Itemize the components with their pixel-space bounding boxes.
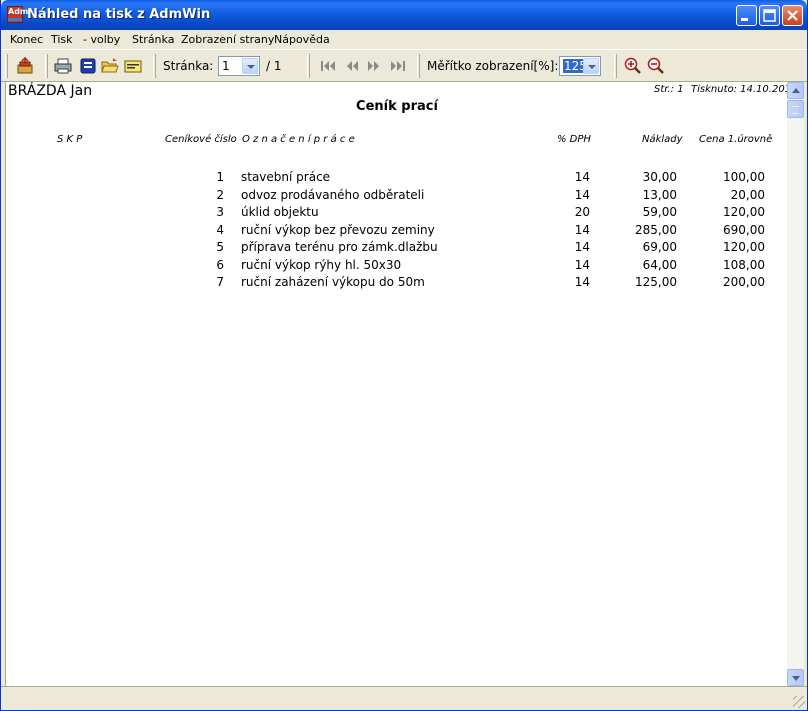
printer-icon[interactable]: [54, 57, 72, 75]
previous-page-icon[interactable]: [343, 57, 361, 75]
toolbar-grip[interactable]: [45, 54, 48, 78]
cell-price: 20,00: [730, 187, 765, 202]
window-title: Náhled na tisk z AdmWin: [27, 7, 211, 22]
open-folder-icon[interactable]: [101, 57, 119, 75]
page-label: Stránka:: [163, 59, 214, 73]
column-header-skp: S K P: [57, 134, 83, 145]
preview-page: BRÁZDA Jan Str.: 1 Tisknuto: 14.10.2012 …: [5, 82, 787, 686]
menu-zobrazeni-strany[interactable]: Zobrazení strany: [181, 33, 274, 46]
cell-cost: 59,00: [642, 205, 677, 219]
print-options-icon[interactable]: [79, 57, 97, 75]
exit-icon[interactable]: [16, 57, 34, 75]
cell-name: ruční výkop rýhy hl. 50x30: [241, 257, 402, 272]
title-bar[interactable]: Adm Náhled na tisk z AdmWin: [1, 0, 807, 30]
zoom-select[interactable]: 125: [559, 56, 601, 76]
close-icon: [787, 10, 798, 21]
cell-cost: 285,00: [635, 222, 677, 237]
column-header-cost: Náklady: [642, 134, 683, 145]
cell-price: 120,00: [723, 205, 765, 219]
cell-name: příprava terénu pro zámk.dlažbu: [241, 240, 438, 254]
cell-vat: 14: [574, 257, 590, 272]
column-header-name: O z n a č e n í p r á c e: [242, 134, 355, 145]
column-header-code: Ceníkové číslo: [165, 134, 237, 145]
cell-code: 1: [216, 170, 224, 184]
cell-name: stavební práce: [241, 170, 331, 184]
report-page-info: Str.: 1: [654, 84, 684, 95]
vertical-scrollbar[interactable]: [787, 82, 804, 686]
scroll-up-button[interactable]: [787, 82, 804, 99]
first-page-icon[interactable]: [319, 57, 337, 75]
menu-bar: Konec Tisk - volby Stránka Zobrazení str…: [1, 30, 807, 49]
cell-vat: 20: [574, 205, 590, 219]
print-preview-window: Adm Náhled na tisk z AdmWin Konec Tisk -…: [0, 0, 808, 711]
cell-cost: 30,00: [642, 170, 677, 184]
chevron-down-icon[interactable]: [242, 58, 258, 74]
cell-name: ruční zaházení výkopu do 50m: [241, 275, 425, 289]
cell-cost: 64,00: [642, 257, 677, 272]
toolbar: Stránka: 1 / 1 Měřítko zobrazení[%]: 125: [1, 49, 807, 82]
export-icon[interactable]: [124, 57, 142, 75]
menu-stranka[interactable]: Stránka: [132, 33, 174, 46]
menu-tisk[interactable]: Tisk: [51, 33, 73, 46]
maximize-icon: [763, 9, 776, 22]
cell-cost: 69,00: [642, 240, 677, 254]
page-select-value: 1: [222, 59, 230, 73]
cell-vat: 14: [574, 240, 590, 254]
menu-volby[interactable]: - volby: [83, 33, 120, 46]
toolbar-grip[interactable]: [307, 54, 310, 78]
report-print-date: Tisknuto: 14.10.2012: [691, 84, 787, 95]
cell-vat: 14: [574, 170, 590, 184]
cell-code: 7: [216, 275, 224, 289]
cell-price: 200,00: [723, 275, 765, 289]
column-header-price: Cena 1.úrovně: [699, 134, 773, 145]
column-header-vat: % DPH: [557, 134, 591, 145]
next-page-icon[interactable]: [365, 57, 383, 75]
cell-price: 120,00: [723, 240, 765, 254]
cell-cost: 125,00: [635, 275, 677, 289]
zoom-in-icon[interactable]: [624, 57, 642, 75]
maximize-button[interactable]: [759, 5, 780, 26]
cell-vat: 14: [574, 275, 590, 289]
toolbar-grip[interactable]: [417, 54, 420, 78]
app-icon: Adm: [7, 6, 28, 23]
scroll-down-button[interactable]: [787, 669, 804, 686]
page-select[interactable]: 1: [218, 56, 260, 76]
menu-napoveda[interactable]: Nápověda: [274, 33, 330, 46]
cell-code: 3: [216, 205, 224, 219]
minimize-icon: [741, 18, 748, 21]
status-bar: [1, 686, 807, 710]
cell-vat: 14: [574, 187, 590, 202]
menu-konec[interactable]: Konec: [10, 33, 43, 46]
zoom-out-icon[interactable]: [647, 57, 665, 75]
cell-price: 108,00: [723, 257, 765, 272]
scroll-thumb[interactable]: [787, 100, 804, 118]
zoom-label: Měřítko zobrazení[%]:: [427, 59, 559, 73]
toolbar-grip[interactable]: [153, 54, 156, 78]
minimize-button[interactable]: [736, 5, 757, 26]
cell-cost: 13,00: [642, 187, 677, 202]
report-owner-name: BRÁZDA Jan: [8, 83, 93, 99]
cell-code: 2: [216, 187, 224, 202]
cell-name: ruční výkop bez převozu zeminy: [241, 222, 435, 237]
last-page-icon[interactable]: [389, 57, 407, 75]
chevron-down-icon[interactable]: [583, 58, 599, 74]
cell-price: 100,00: [723, 170, 765, 184]
cell-code: 4: [216, 222, 224, 237]
report-title: Ceník prací: [356, 99, 438, 114]
resize-grip[interactable]: [793, 696, 805, 708]
cell-name: úklid objektu: [241, 205, 319, 219]
toolbar-grip[interactable]: [5, 54, 8, 78]
close-button[interactable]: [782, 5, 803, 26]
cell-price: 690,00: [723, 222, 765, 237]
toolbar-grip[interactable]: [614, 54, 617, 78]
app-icon-text: Adm: [8, 7, 29, 16]
cell-code: 5: [216, 240, 224, 254]
cell-code: 6: [216, 257, 224, 272]
cell-vat: 14: [574, 222, 590, 237]
cell-name: odvoz prodávaného odběrateli: [241, 187, 425, 202]
page-total: / 1: [266, 59, 282, 73]
